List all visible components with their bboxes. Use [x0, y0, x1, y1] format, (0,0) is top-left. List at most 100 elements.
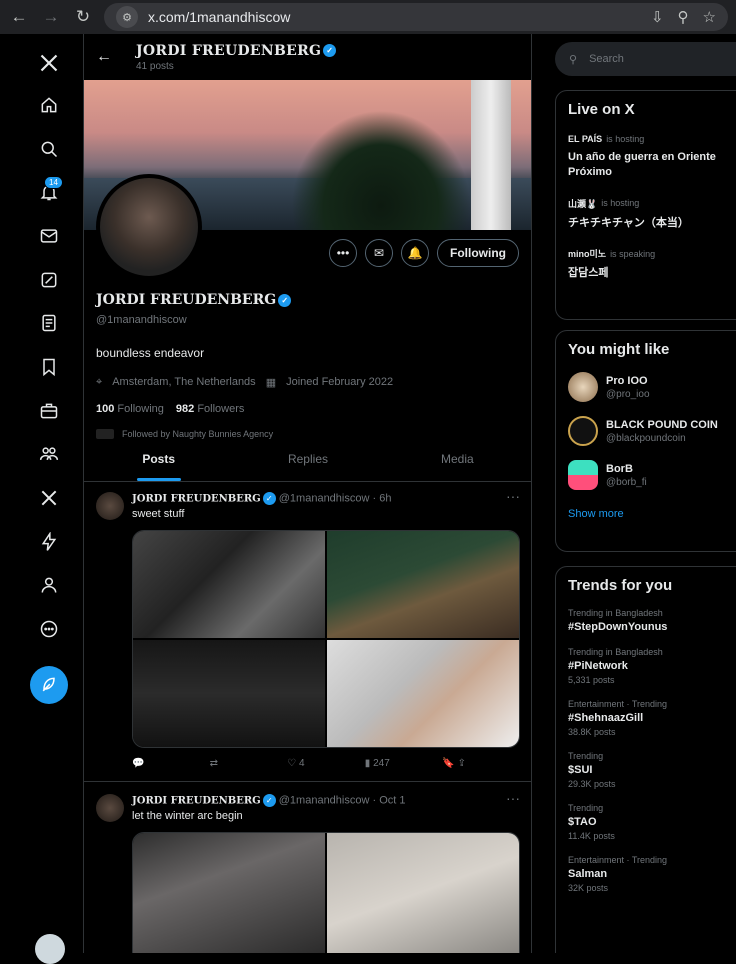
- suggestion-item[interactable]: BLACK POUND COIN @blackpoundcoin: [568, 416, 736, 446]
- tweet[interactable]: JORDI FREUDENBERG ✓ @1manandhiscow · 6h ·…: [84, 482, 531, 782]
- explore-search-icon[interactable]: [30, 130, 68, 168]
- tweet[interactable]: JORDI FREUDENBERG ✓ @1manandhiscow · Oct …: [84, 784, 531, 953]
- tweet-media-grid[interactable]: [132, 832, 520, 953]
- profile-icon[interactable]: [30, 566, 68, 604]
- trend-item[interactable]: Trending in Bangladesh #PiNetwork 5,331 po…: [568, 647, 736, 685]
- profile-avatar[interactable]: [96, 174, 202, 280]
- followers-link[interactable]: 982 Followers: [176, 403, 245, 415]
- tweet-text: let the winter arc begin: [132, 810, 243, 822]
- tweet-image[interactable]: [133, 531, 325, 638]
- header-name: JORDI FREUDENBERG: [136, 42, 322, 59]
- x-logo-icon[interactable]: [30, 44, 68, 82]
- trend-item[interactable]: Trending in Bangladesh #StepDownYounus: [568, 608, 736, 633]
- profile-info: JORDI FREUDENBERG ✓ @1manandhiscow boundl…: [96, 292, 519, 439]
- trend-item[interactable]: Entertainment · Trending Salman 32K posts: [568, 855, 736, 893]
- live-item[interactable]: 山瀬🐰 is hosting チキチキチャン（本当）: [568, 197, 736, 231]
- message-button[interactable]: ✉: [365, 239, 393, 267]
- bookmark-star-icon[interactable]: ☆: [703, 8, 716, 26]
- compose-post-button[interactable]: [30, 666, 68, 704]
- show-more-link[interactable]: Show more: [568, 508, 736, 520]
- suggestion-avatar[interactable]: [568, 416, 598, 446]
- verified-orgs-lightning-icon[interactable]: [30, 523, 68, 561]
- following-button[interactable]: Following: [437, 239, 519, 267]
- tweet-handle[interactable]: @1manandhiscow: [279, 492, 370, 504]
- suggestion-avatar[interactable]: [568, 460, 598, 490]
- header-post-count: 41 posts: [136, 60, 174, 72]
- more-circle-icon[interactable]: [30, 610, 68, 648]
- tweet-time[interactable]: · Oct 1: [373, 794, 406, 806]
- notifications-bell-icon[interactable]: 14: [30, 173, 68, 211]
- verified-badge-icon: ✓: [262, 794, 276, 807]
- tweet-image[interactable]: [133, 833, 325, 953]
- notification-count-badge: 14: [44, 176, 63, 189]
- following-link[interactable]: 100 Following: [96, 403, 164, 415]
- site-info-icon[interactable]: ⚙: [116, 6, 138, 28]
- tweet-image[interactable]: [327, 531, 519, 638]
- jobs-briefcase-icon[interactable]: [30, 392, 68, 430]
- reply-icon[interactable]: 💬: [132, 758, 210, 769]
- calendar-icon: ▦: [265, 377, 277, 389]
- profile-handle: @1manandhiscow: [96, 314, 187, 326]
- communities-icon[interactable]: [30, 435, 68, 473]
- account-avatar[interactable]: [35, 934, 65, 964]
- lists-icon[interactable]: [30, 304, 68, 342]
- search-input[interactable]: ⚲ Search: [555, 42, 736, 76]
- left-navigation: 14: [0, 34, 84, 964]
- tweet-image[interactable]: [327, 833, 519, 953]
- envelope-icon: ✉: [373, 246, 385, 260]
- more-options-button[interactable]: •••: [329, 239, 357, 267]
- tweet-avatar[interactable]: [96, 492, 124, 520]
- tweet-image[interactable]: [327, 640, 519, 747]
- tweet-more-icon[interactable]: ···: [506, 790, 520, 806]
- suggestion-avatar[interactable]: [568, 372, 598, 402]
- premium-x-icon[interactable]: [30, 479, 68, 517]
- live-on-x-card: Live on X EL PAÍS is hosting Un año de gu…: [555, 90, 736, 320]
- like-button[interactable]: ♡ 4: [287, 758, 365, 769]
- reload-icon[interactable]: ↻: [72, 7, 94, 27]
- live-item[interactable]: EL PAÍS is hosting Un año de guerra en Or…: [568, 134, 736, 181]
- verified-badge-icon: ✓: [323, 44, 337, 57]
- tweet-text: sweet stuff: [132, 508, 185, 520]
- suggestions-title: You might like: [568, 341, 670, 358]
- address-bar[interactable]: ⚙ x.com/1manandhiscow ⇩ ⚲ ☆: [104, 3, 728, 31]
- back-arrow-icon[interactable]: ←: [8, 7, 30, 27]
- suggestion-item[interactable]: BorB @borb_fi: [568, 460, 736, 490]
- grok-icon[interactable]: [30, 261, 68, 299]
- bookmark-share-icons[interactable]: 🔖 ⇪: [442, 758, 520, 769]
- tweet-handle[interactable]: @1manandhiscow: [279, 794, 370, 806]
- profile-column: ← JORDI FREUDENBERG ✓ 41 posts ••• ✉ 🔔 Fo…: [84, 34, 532, 953]
- bookmarks-icon[interactable]: [30, 348, 68, 386]
- profile-location: Amsterdam, The Netherlands: [112, 376, 256, 388]
- retweet-icon[interactable]: ⇄: [210, 758, 288, 769]
- back-arrow-icon[interactable]: ←: [96, 48, 112, 66]
- tweet-media-grid[interactable]: [132, 530, 520, 748]
- ellipsis-icon: •••: [336, 246, 350, 260]
- profile-tabs: Posts Replies Media: [84, 438, 531, 482]
- who-to-follow-card: You might like Pro IOO @pro_ioo BLACK POU…: [555, 330, 736, 552]
- install-app-icon[interactable]: ⇩: [651, 8, 664, 26]
- heart-icon: ♡: [287, 758, 297, 769]
- tab-media[interactable]: Media: [383, 438, 531, 481]
- profile-bio: boundless endeavor: [96, 346, 205, 360]
- live-item[interactable]: mino미노 is speaking 잡담스페: [568, 247, 736, 281]
- tweet-time[interactable]: · 6h: [373, 492, 392, 504]
- zoom-icon[interactable]: ⚲: [678, 8, 689, 26]
- suggestion-item[interactable]: Pro IOO @pro_ioo: [568, 372, 736, 402]
- trend-item[interactable]: Trending $TAO 11.4K posts: [568, 803, 736, 841]
- notify-button[interactable]: 🔔: [401, 239, 429, 267]
- tweet-avatar[interactable]: [96, 794, 124, 822]
- tab-replies[interactable]: Replies: [233, 438, 382, 481]
- home-icon[interactable]: [30, 86, 68, 124]
- search-icon: ⚲: [569, 53, 578, 66]
- messages-envelope-icon[interactable]: [30, 217, 68, 255]
- feather-icon: [42, 677, 55, 692]
- forward-arrow-icon[interactable]: →: [40, 7, 62, 27]
- tweet-more-icon[interactable]: ···: [506, 488, 520, 504]
- tab-posts[interactable]: Posts: [84, 438, 233, 481]
- profile-header: ← JORDI FREUDENBERG ✓ 41 posts: [84, 34, 531, 80]
- trend-item[interactable]: Trending $SUI 29.3K posts: [568, 751, 736, 789]
- views-button[interactable]: ▮ 247: [365, 758, 443, 769]
- profile-joined: Joined February 2022: [286, 376, 394, 388]
- trend-item[interactable]: Entertainment · Trending #ShehnaazGill 38.…: [568, 699, 736, 737]
- tweet-image[interactable]: [133, 640, 325, 747]
